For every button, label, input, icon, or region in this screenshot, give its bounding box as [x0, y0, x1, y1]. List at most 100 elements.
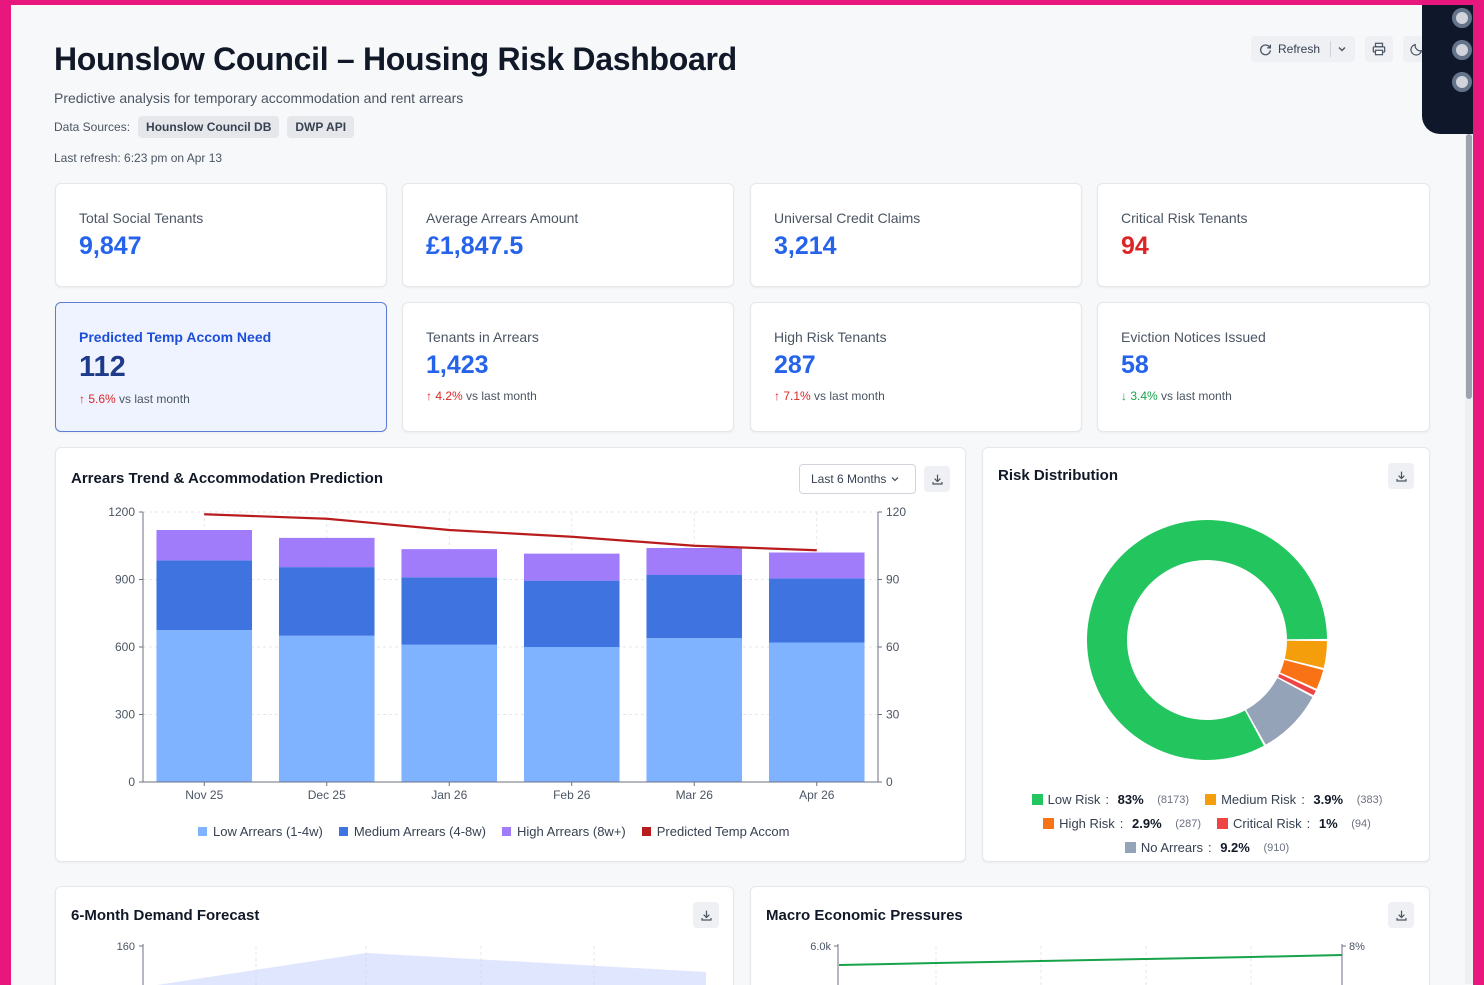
y2-tick-label: 8% — [1349, 941, 1365, 953]
kpi-card-predicted-temp-accom[interactable]: Predicted Temp Accom Need 112 ↑ 5.6% vs … — [55, 302, 387, 432]
legend-percent: 83% — [1117, 792, 1144, 807]
refresh-icon — [1260, 43, 1272, 55]
kpi-card-tenants-in-arrears[interactable]: Tenants in Arrears 1,423 ↑ 4.2% vs last … — [402, 302, 734, 432]
data-source-chip[interactable]: DWP API — [287, 116, 355, 138]
arrow-down-icon: ↓ — [1121, 389, 1127, 403]
legend-item[interactable]: High Arrears (8w+) — [502, 824, 626, 839]
kpi-card-critical-risk[interactable]: Critical Risk Tenants 94 — [1097, 183, 1430, 287]
download-icon — [1395, 471, 1407, 482]
x-tick-label: Mar 26 — [676, 788, 714, 802]
kpi-label: Predicted Temp Accom Need — [79, 329, 272, 345]
bar-segment — [523, 580, 620, 647]
legend-count: (383) — [1356, 793, 1383, 806]
download-button[interactable] — [1388, 463, 1414, 489]
legend-swatch — [1205, 794, 1217, 805]
kpi-value: 9,847 — [79, 232, 142, 260]
printer-icon — [1372, 42, 1386, 56]
bar-segment — [768, 642, 865, 782]
assistant-widget[interactable] — [1422, 5, 1473, 134]
kpi-change: ↑ 4.2% vs last month — [426, 389, 537, 403]
y-tick-label: 600 — [115, 640, 135, 654]
legend-count: (8173) — [1157, 793, 1190, 806]
bar-segment — [278, 537, 375, 568]
arrears-trend-card: Arrears Trend & Accommodation Prediction… — [55, 447, 966, 862]
legend-label: Medium Risk — [1221, 792, 1297, 807]
kpi-change-suffix: vs last month — [466, 389, 537, 403]
dashboard-page: Hounslow Council – Housing Risk Dashboar… — [11, 5, 1473, 985]
legend-count: (287) — [1175, 817, 1201, 830]
kpi-card-average-arrears[interactable]: Average Arrears Amount £1,847.5 — [402, 183, 734, 287]
risk-donut-chart — [1087, 520, 1327, 760]
y-tick-label: 160 — [117, 941, 135, 953]
legend-percent: 3.9% — [1313, 792, 1344, 807]
kpi-card-universal-credit[interactable]: Universal Credit Claims 3,214 — [750, 183, 1082, 287]
refresh-label: Refresh — [1277, 42, 1321, 56]
x-tick-label: Jan 26 — [431, 788, 467, 802]
scrollbar[interactable] — [1465, 134, 1473, 984]
x-tick-label: Dec 25 — [308, 788, 346, 802]
kpi-label: Total Social Tenants — [79, 210, 204, 226]
kpi-value: 112 — [79, 351, 126, 383]
bar-segment — [156, 630, 253, 782]
kpi-card-total-tenants[interactable]: Total Social Tenants 9,847 — [55, 183, 387, 287]
legend-item[interactable]: Low Risk: 83% (8173) — [1031, 792, 1190, 807]
legend-percent: 9.2% — [1220, 840, 1250, 855]
kpi-label: Eviction Notices Issued — [1121, 329, 1266, 345]
legend-label: Critical Risk — [1232, 816, 1302, 831]
kpi-value: 58 — [1121, 351, 1149, 379]
legend-percent: 2.9% — [1132, 816, 1162, 831]
legend-label: No Arrears — [1140, 840, 1203, 855]
card-title: Risk Distribution — [998, 467, 1119, 484]
print-button[interactable] — [1365, 36, 1393, 62]
y2-tick-label: 120 — [886, 505, 906, 519]
y-tick-label: 900 — [115, 573, 135, 587]
y-tick-label: 0 — [128, 775, 135, 789]
x-tick-label: Apr 26 — [799, 788, 835, 802]
legend-item[interactable]: Medium Risk: 3.9% (383) — [1205, 792, 1382, 807]
kpi-change: ↑ 7.1% vs last month — [774, 389, 885, 403]
scrollbar-thumb[interactable] — [1466, 134, 1472, 399]
y2-tick-label: 60 — [886, 640, 900, 654]
x-tick-label: Feb 26 — [553, 788, 591, 802]
legend-item[interactable]: Medium Arrears (4-8w) — [338, 824, 486, 839]
legend-item[interactable]: Low Arrears (1-4w) — [198, 824, 323, 839]
legend-label: High Risk — [1059, 816, 1115, 831]
kpi-value: 94 — [1121, 232, 1149, 260]
kpi-card-high-risk[interactable]: High Risk Tenants 287 ↑ 7.1% vs last mon… — [750, 302, 1082, 432]
legend-count: (910) — [1263, 841, 1290, 854]
kpi-change-value: 5.6% — [88, 392, 116, 406]
kpi-label: Universal Credit Claims — [774, 210, 921, 226]
risk-distribution-card: Risk Distribution Low Risk: 83% (8173) M… — [982, 447, 1430, 862]
bar-segment — [768, 578, 865, 643]
kpi-value: £1,847.5 — [426, 232, 524, 260]
arrow-up-icon: ↑ — [774, 389, 780, 403]
chevron-down-icon[interactable] — [1337, 44, 1347, 54]
x-tick-label: Nov 25 — [185, 788, 223, 802]
arrow-up-icon: ↑ — [426, 389, 432, 403]
y2-tick-label: 0 — [886, 775, 893, 789]
legend-item[interactable]: Critical Risk: 1% (94) — [1216, 816, 1371, 831]
refresh-button[interactable]: Refresh — [1251, 36, 1355, 62]
kpi-change-value: 4.2% — [435, 389, 463, 403]
arrow-up-icon: ↑ — [79, 392, 85, 406]
bar-segment — [401, 577, 498, 645]
legend-label: Predicted Temp Accom — [656, 824, 790, 839]
legend-swatch — [338, 827, 348, 836]
legend-percent: 1% — [1318, 816, 1338, 831]
bar-segment — [768, 552, 865, 579]
legend-item[interactable]: Predicted Temp Accom — [641, 824, 790, 839]
legend-item[interactable]: No Arrears: 9.2% (910) — [1124, 840, 1290, 855]
kpi-card-eviction-notices[interactable]: Eviction Notices Issued 58 ↓ 3.4% vs las… — [1097, 302, 1430, 432]
macro-economic-chart: 6.0k 8% — [810, 941, 1365, 985]
bar-segment — [523, 647, 620, 782]
legend-item[interactable]: High Risk: 2.9% (287) — [1043, 816, 1201, 831]
y2-tick-label: 30 — [886, 708, 900, 722]
bar-segment — [401, 644, 498, 782]
demand-forecast-chart: 160 — [117, 941, 706, 985]
kpi-value: 1,423 — [426, 351, 489, 379]
macro-economic-card: Macro Economic Pressures 6.0k 8% — [750, 886, 1430, 985]
data-sources: Data Sources: Hounslow Council DB DWP AP… — [54, 116, 355, 138]
page-title: Hounslow Council – Housing Risk Dashboar… — [54, 41, 737, 77]
data-source-chip[interactable]: Hounslow Council DB — [138, 116, 280, 138]
y-tick-label: 6.0k — [810, 941, 831, 953]
